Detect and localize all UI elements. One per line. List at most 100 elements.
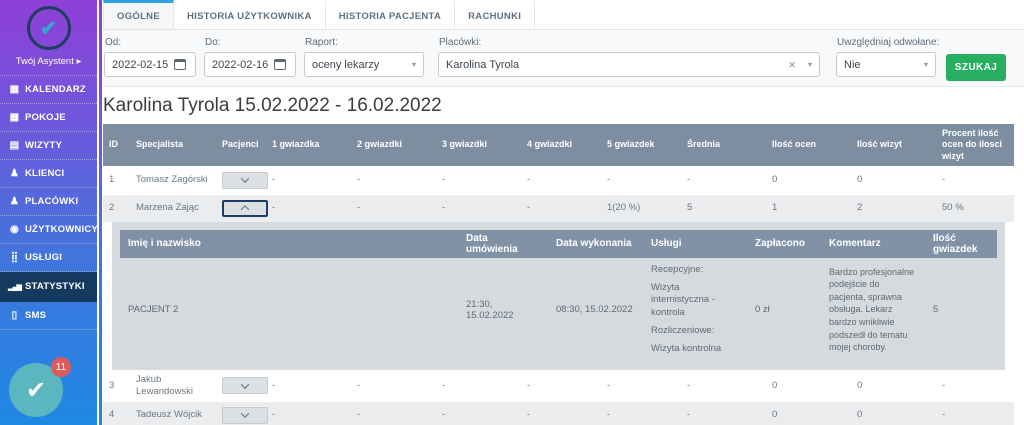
report-select[interactable]: oceny lekarzy ▾ <box>304 52 424 77</box>
cell-1-gwiazdka: - <box>266 198 351 218</box>
cell-procent: - <box>936 405 1014 425</box>
sidebar-item-wizyty[interactable]: ▤ WIZYTY <box>0 132 97 160</box>
facility-selected-value: Karolina Tyrola <box>446 59 519 71</box>
col-procent: Procent ilość ocen do ilosci wizyt <box>936 124 1014 166</box>
sidebar-item-kalendarz[interactable]: ▦ KALENDARZ <box>0 76 97 104</box>
sidebar: ✔ Twój Asystent ▸ ▦ KALENDARZ ▦ POKOJE ▤… <box>0 0 97 425</box>
people-icon: ♟ <box>7 168 22 179</box>
cell-5-gwiazdek: - <box>601 405 681 425</box>
specialist-name: Tomasz Zagórski <box>130 170 216 190</box>
cell-4-gwiazdki: - <box>521 198 601 218</box>
paid-amount: 0 zł <box>747 258 821 362</box>
include-cancelled-value: Nie <box>844 59 861 71</box>
collapse-patients-button[interactable] <box>222 200 268 217</box>
col-4-gwiazdki: 4 gwiazdki <box>521 135 601 154</box>
sidebar-item-statystyki[interactable]: ▂▄▆ STATYSTYKI <box>0 272 97 302</box>
cell-ilosc-ocen: 0 <box>766 170 851 190</box>
date-from-field <box>104 52 196 77</box>
col-2-gwiazdki: 2 gwiazdki <box>351 135 436 154</box>
expand-patients-button[interactable] <box>222 377 268 394</box>
performed-date: 08:30, 15.02.2022 <box>548 258 643 362</box>
patient-detail-table: Imię i nazwisko Data umówienia Data wyko… <box>120 230 997 362</box>
app-logo[interactable]: ✔ Twój Asystent ▸ <box>0 0 97 75</box>
cell-srednia: - <box>681 405 766 425</box>
calendar-picker-icon[interactable] <box>174 59 186 70</box>
cell-4-gwiazdki: - <box>521 405 601 425</box>
cell-3-gwiazdki: - <box>436 170 521 190</box>
col-srednia: Średnia <box>681 135 766 154</box>
sidebar-item-label: WIZYTY <box>25 140 62 151</box>
date-from-input[interactable] <box>112 59 174 71</box>
detail-header-row: Imię i nazwisko Data umówienia Data wyko… <box>120 230 997 258</box>
report-content: Karolina Tyrola 15.02.2022 - 16.02.2022 … <box>103 87 1024 425</box>
chevron-down-icon <box>241 409 249 417</box>
expand-patients-button[interactable] <box>222 407 268 424</box>
date-to-label: Do: <box>205 37 296 48</box>
facility-label: Placówki: <box>439 37 820 48</box>
calendar-icon: ▦ <box>7 112 22 123</box>
tab-historia-uzytkownika[interactable]: HISTORIA UŻYTKOWNIKA <box>174 0 326 29</box>
include-cancelled-label: Uwzględniaj odwołane: <box>837 37 936 48</box>
assistant-label[interactable]: Twój Asystent ▸ <box>0 56 97 75</box>
cell-3-gwiazdki: - <box>436 376 521 396</box>
expand-patients-button[interactable] <box>222 172 268 189</box>
sidebar-item-klienci[interactable]: ♟ KLIENCI <box>0 160 97 188</box>
sidebar-menu: ▦ KALENDARZ ▦ POKOJE ▤ WIZYTY ♟ KLIENCI … <box>0 75 97 330</box>
cell-3-gwiazdki: - <box>436 198 521 218</box>
search-button[interactable]: SZUKAJ <box>946 54 1006 81</box>
cell-procent: - <box>936 170 1014 190</box>
col-data-wykonania: Data wykonania <box>548 235 643 252</box>
col-5-gwiazdek: 5 gwiazdek <box>601 135 681 154</box>
cell-2-gwiazdki: - <box>351 376 436 396</box>
chevron-down-icon: ▾ <box>808 60 812 69</box>
sidebar-item-placowki[interactable]: ♟ PLACÓWKI <box>0 188 97 216</box>
chevron-down-icon: ▾ <box>412 60 416 69</box>
user-circle-icon: ◉ <box>7 224 22 235</box>
date-from-label: Od: <box>105 37 196 48</box>
col-pacjenci: Pacjenci <box>216 135 266 154</box>
include-cancelled-select[interactable]: Nie ▾ <box>836 52 936 77</box>
calendar-icon: ▦ <box>7 84 22 95</box>
col-ilosc-ocen: Ilość ocen <box>766 135 851 154</box>
sidebar-item-label: UŻYTKOWNICY <box>25 224 98 235</box>
scheduled-date: 21:30, 15.02.2022 <box>458 258 548 362</box>
table-row-expanded: 2 Marzena Zając - - - - 1(20 %) 5 1 2 50… <box>103 196 1014 222</box>
grid-icon: ⣿ <box>7 252 22 263</box>
tab-bar: OGÓLNE HISTORIA UŻYTKOWNIKA HISTORIA PAC… <box>103 0 1024 30</box>
tab-ogolne[interactable]: OGÓLNE <box>103 0 174 29</box>
sidebar-item-sms[interactable]: ▯ SMS <box>0 302 97 330</box>
calendar-picker-icon[interactable] <box>274 59 286 70</box>
sidebar-item-uzytkownicy[interactable]: ◉ UŻYTKOWNICY <box>0 216 97 244</box>
tab-historia-pacjenta[interactable]: HISTORIA PACJENTA <box>326 0 455 29</box>
tab-rachunki[interactable]: RACHUNKI <box>455 0 535 29</box>
clear-icon[interactable]: × <box>788 57 796 72</box>
report-label: Raport: <box>305 37 424 48</box>
cell-2-gwiazdki: - <box>351 198 436 218</box>
patient-name: PACJENT 2 <box>120 258 458 362</box>
specialist-name: Marzena Zając <box>130 198 216 218</box>
assistant-fab-button[interactable]: ✔ 11 <box>9 363 63 417</box>
sidebar-item-pokoje[interactable]: ▦ POKOJE <box>0 104 97 132</box>
cell-ilosc-wizyt: 2 <box>851 198 936 218</box>
date-to-input[interactable] <box>212 59 274 71</box>
sidebar-item-uslugi[interactable]: ⣿ USŁUGI <box>0 244 97 272</box>
cell-2-gwiazdki: - <box>351 405 436 425</box>
main-content: OGÓLNE HISTORIA UŻYTKOWNIKA HISTORIA PAC… <box>103 0 1024 425</box>
filter-bar: Od: Do: Raport: oceny lekarzy ▾ Placówki… <box>103 30 1024 87</box>
row-id: 3 <box>103 376 130 396</box>
cell-ilosc-wizyt: 0 <box>851 170 936 190</box>
chevron-down-icon <box>241 380 249 388</box>
cell-procent: - <box>936 376 1014 396</box>
cell-ilosc-wizyt: 0 <box>851 376 936 396</box>
list-icon: ▤ <box>7 140 22 151</box>
check-icon: ✔ <box>26 376 46 405</box>
sidebar-item-label: STATYSTYKI <box>25 281 85 292</box>
chevron-down-icon: ▾ <box>924 60 928 69</box>
row-id: 1 <box>103 170 130 190</box>
facility-select[interactable]: Karolina Tyrola × ▾ <box>438 52 820 77</box>
cell-srednia: - <box>681 170 766 190</box>
sidebar-item-label: KALENDARZ <box>25 84 86 95</box>
cell-1-gwiazdka: - <box>266 405 351 425</box>
cell-srednia: - <box>681 376 766 396</box>
sidebar-item-label: USŁUGI <box>25 252 62 263</box>
